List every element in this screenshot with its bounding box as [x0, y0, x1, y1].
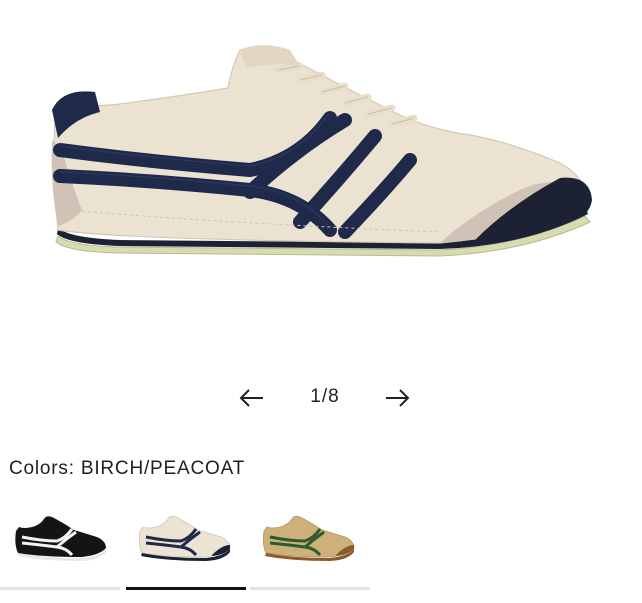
arrow-left-icon[interactable] — [238, 384, 266, 412]
colors-label: Colors: BIRCH/PEACOAT — [9, 458, 246, 479]
sneaker-black-white-thumbnail-icon — [15, 516, 106, 561]
swatch-indicator-selected — [126, 587, 246, 590]
sneaker-tan-green-thumbnail-icon — [262, 515, 355, 561]
sneaker-birch-peacoat-icon — [51, 45, 592, 257]
sneaker-birch-peacoat-thumbnail-icon — [138, 515, 231, 561]
product-image[interactable] — [0, 0, 642, 300]
color-option-tan-green[interactable] — [250, 505, 370, 575]
swatch-indicator — [0, 587, 120, 590]
color-swatches — [0, 505, 642, 603]
color-option-black-white[interactable] — [2, 505, 122, 575]
gallery-counter: 1/8 — [310, 386, 340, 407]
swatch-indicator — [250, 587, 370, 590]
arrow-right-icon[interactable] — [383, 384, 411, 412]
gallery-pager: 1/8 — [0, 378, 642, 418]
color-option-birch-peacoat[interactable] — [126, 505, 246, 575]
